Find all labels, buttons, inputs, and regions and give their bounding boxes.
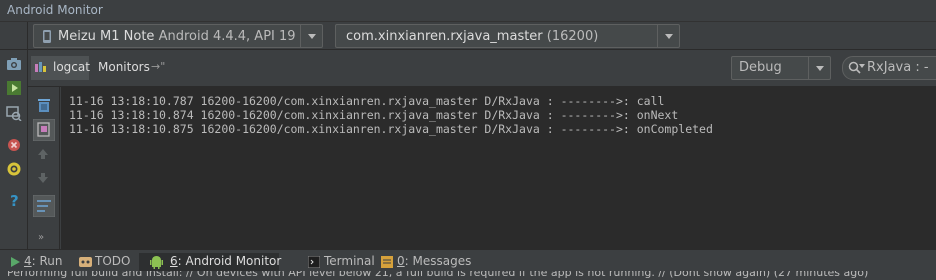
tool-window-bar: 4: Run TODO 6: Android Monitor Terminal [0, 249, 936, 271]
status-text: Performing full build and install: // On… [7, 271, 869, 279]
tab-mnemonic: 0 [397, 254, 405, 268]
process-name: com.xinxianren.rxjava_master [346, 29, 543, 44]
log-line: 11-16 13:18:10.874 16200-16200/com.xinxi… [69, 108, 679, 122]
tab-label: Monitors [98, 60, 150, 74]
tab-logcat[interactable]: logcat [31, 56, 90, 80]
tab-label: : Run [31, 254, 63, 268]
device-dropdown-arrow[interactable] [300, 25, 322, 47]
gc-icon[interactable] [6, 161, 22, 177]
soft-wrap-icon[interactable] [33, 195, 55, 217]
log-line: 11-16 13:18:10.875 16200-16200/com.xinxi… [69, 122, 713, 136]
tab-label: : Android Monitor [177, 254, 282, 268]
todo-icon [79, 257, 92, 267]
tab-label: Terminal [324, 254, 375, 268]
logcat-toolbar: » [28, 87, 60, 249]
device-selector[interactable]: Meizu M1 Note Android 4.4.4, API 19 [33, 24, 323, 48]
search-value: RxJava : - [867, 60, 929, 75]
messages-icon [381, 256, 393, 268]
tab-run[interactable]: 4: Run [6, 253, 64, 271]
tab-overflow-icon[interactable]: →" [151, 60, 165, 73]
window-title: Android Monitor [7, 3, 103, 17]
help-icon[interactable]: ? [6, 192, 22, 208]
tab-mnemonic: 4 [24, 254, 32, 268]
tab-label: logcat [53, 60, 90, 74]
trash-icon[interactable] [36, 97, 52, 113]
chevron-down-icon [816, 66, 824, 71]
log-level-select[interactable]: Debug [731, 56, 831, 80]
tab-messages[interactable]: 0: Messages [379, 253, 472, 271]
log-line: 11-16 13:18:10.787 16200-16200/com.xinxi… [69, 94, 665, 108]
run-icon [11, 257, 20, 267]
android-icon [150, 256, 163, 269]
process-selector[interactable]: com.xinxianren.rxjava_master (16200) [335, 24, 680, 48]
terminal-icon [308, 256, 320, 268]
tab-monitors[interactable]: Monitors →" [96, 56, 176, 80]
chevron-down-icon [665, 34, 673, 39]
logcat-tabs-bar: logcat Monitors →" Debug RxJava : - [28, 50, 936, 87]
more-icon[interactable]: » [38, 232, 44, 243]
status-bar: Performing full build and install: // On… [0, 271, 936, 280]
title-bar: Android Monitor [0, 0, 936, 22]
device-name: Meizu M1 Note [58, 29, 155, 44]
logcat-output[interactable]: 11-16 13:18:10.787 16200-16200/com.xinxi… [61, 87, 936, 249]
camera-icon[interactable] [6, 56, 22, 72]
device-detail: Android 4.4.4, API 19 [158, 29, 296, 44]
logcat-icon [35, 62, 46, 72]
log-level-dropdown-arrow[interactable] [808, 57, 830, 79]
svg-text:?: ? [10, 192, 19, 208]
terminate-icon[interactable] [6, 137, 22, 153]
up-icon[interactable] [37, 148, 49, 160]
log-level-value: Debug [739, 60, 782, 75]
tab-android-monitor[interactable]: 6: Android Monitor [139, 253, 282, 271]
tab-terminal[interactable]: Terminal [306, 253, 375, 271]
search-input[interactable]: RxJava : - [842, 56, 936, 80]
chevron-down-icon [308, 34, 316, 39]
search-history-icon[interactable] [859, 64, 865, 68]
toolbar-spacer [0, 22, 28, 50]
tab-todo[interactable]: TODO [76, 253, 134, 271]
record-icon[interactable] [6, 80, 22, 96]
tab-label: TODO [95, 254, 131, 268]
tab-label: : Messages [404, 254, 472, 268]
tab-mnemonic: 6 [170, 254, 178, 268]
process-pid: (16200) [546, 29, 599, 44]
phone-icon [43, 30, 51, 43]
monitor-sidebar: ? [0, 50, 28, 249]
process-dropdown-arrow[interactable] [657, 25, 679, 47]
screen-capture-icon[interactable] [6, 105, 22, 121]
device-toolbar: Meizu M1 Note Android 4.4.4, API 19 com.… [0, 22, 936, 50]
scroll-to-end-icon[interactable] [33, 119, 55, 141]
down-icon[interactable] [37, 172, 49, 184]
